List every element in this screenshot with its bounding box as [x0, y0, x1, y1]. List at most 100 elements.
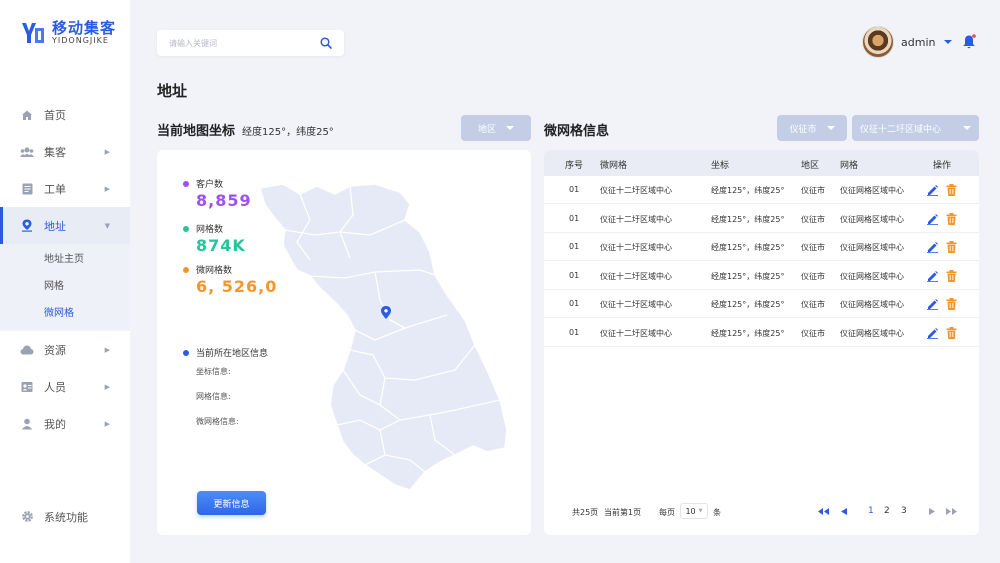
row-index: 01 — [569, 242, 580, 251]
avatar[interactable] — [862, 26, 894, 58]
trash-icon[interactable] — [946, 326, 957, 339]
row-grid: 仪征网格区域中心 — [840, 271, 904, 281]
page-number[interactable]: 2 — [884, 506, 890, 516]
column-header: 操作 — [933, 161, 952, 171]
sidebar: 移动集客 YIDONGJIKE 首页 集客 ▶ 工单 ▶ 地址 ▼ 地址主页 网… — [0, 0, 130, 563]
row-region: 仪征市 — [801, 186, 825, 195]
micro-grid-name: 仪征十二圩区域中心 — [600, 214, 672, 224]
row-grid: 仪征网格区域中心 — [840, 243, 904, 252]
stat-value: 874K — [196, 236, 246, 255]
trash-icon[interactable] — [946, 184, 957, 196]
trash-icon[interactable] — [946, 298, 957, 310]
caret-down-icon — [826, 126, 835, 130]
region-dropdown[interactable]: 地区 — [461, 115, 531, 141]
sidebar-item-label: 资源 — [44, 343, 66, 357]
province-map[interactable] — [255, 180, 515, 500]
table-row[interactable]: 01 仪征十二圩区域中心 经度125°，纬度25° 仪征市 仪征网格区域中心 — [544, 176, 979, 204]
first-page-icon[interactable] — [818, 508, 829, 515]
submenu-address-home[interactable]: 地址主页 — [0, 246, 130, 273]
row-grid: 仪征网格区域中心 — [840, 186, 904, 195]
total-pages: 共25页 — [572, 508, 599, 517]
row-region: 仪征市 — [801, 243, 825, 252]
chevron-down-icon: ▼ — [104, 221, 110, 230]
city-dropdown[interactable]: 仪征市 — [777, 115, 847, 141]
map-coords-title: 当前地图坐标 — [157, 124, 236, 139]
sidebar-item-resources[interactable]: 资源 ▶ — [0, 331, 130, 368]
sidebar-item-label: 工单 — [44, 182, 66, 196]
search-icon[interactable] — [320, 37, 332, 49]
search-input[interactable] — [169, 36, 309, 50]
chevron-right-icon: ▶ — [104, 345, 110, 354]
chevron-right-icon: ▶ — [104, 184, 110, 193]
table-row[interactable]: 01 仪征十二圩区域中心 经度125°，纬度25° 仪征市 仪征网格区域中心 — [544, 262, 979, 290]
table-row[interactable]: 01 仪征十二圩区域中心 经度125°，纬度25° 仪征市 仪征网格区域中心 — [544, 205, 979, 233]
bell-icon[interactable] — [962, 34, 976, 50]
last-page-icon[interactable] — [946, 508, 957, 515]
city-dropdown-label: 仪征市 — [789, 124, 817, 135]
micro-grid-info-label: 微网格信息: — [196, 417, 239, 426]
stat-label: 网格数 — [196, 225, 224, 235]
sidebar-item-address[interactable]: 地址 ▼ — [0, 207, 130, 244]
per-page-label: 每页 — [659, 508, 675, 517]
purple-dot-icon — [183, 180, 189, 187]
chevron-right-icon: ▶ — [104, 147, 110, 156]
table-row[interactable]: 01 仪征十二圩区域中心 经度125°，纬度25° 仪征市 仪征网格区域中心 — [544, 290, 979, 318]
edit-icon[interactable] — [927, 327, 938, 339]
row-coords: 经度125°，纬度25° — [711, 186, 785, 195]
map-coords-value: 经度125°，纬度25° — [242, 127, 334, 138]
trash-icon[interactable] — [946, 269, 957, 282]
row-region: 仪征市 — [801, 328, 825, 338]
sidebar-item-workorder[interactable]: 工单 ▶ — [0, 170, 130, 207]
page-size-select[interactable]: 10 ▼ — [680, 503, 708, 519]
column-header: 网格 — [840, 161, 859, 171]
sidebar-item-label: 人员 — [44, 380, 66, 394]
cloud-icon — [20, 343, 34, 357]
sidebar-item-label: 首页 — [44, 108, 66, 122]
column-header: 微网格 — [600, 161, 628, 171]
edit-icon[interactable] — [927, 270, 938, 282]
area-dropdown[interactable]: 仪征十二圩区域中心 — [852, 115, 979, 141]
sidebar-item-mine[interactable]: 我的 ▶ — [0, 405, 130, 442]
contacts-icon — [20, 380, 34, 394]
edit-icon[interactable] — [927, 213, 938, 225]
region-dropdown-label: 地区 — [477, 124, 496, 135]
submenu-micro-grid[interactable]: 微网格 — [0, 300, 130, 327]
table-row[interactable]: 01 仪征十二圩区域中心 经度125°，纬度25° 仪征市 仪征网格区域中心 — [544, 233, 979, 261]
logo-icon — [22, 23, 44, 43]
sidebar-item-personnel[interactable]: 人员 ▶ — [0, 368, 130, 405]
row-grid: 仪征网格区域中心 — [840, 328, 904, 338]
per-page-unit: 条 — [713, 508, 721, 517]
stat-label: 客户数 — [196, 180, 224, 190]
logo-subtitle: YIDONGJIKE — [52, 36, 109, 45]
user-menu[interactable]: admin — [862, 26, 953, 58]
edit-icon[interactable] — [927, 241, 938, 253]
search-bar — [157, 30, 344, 56]
app-logo[interactable]: 移动集客 YIDONGJIKE — [20, 20, 116, 46]
coords-info-label: 坐标信息: — [196, 367, 231, 376]
gear-icon — [20, 510, 34, 524]
submenu-grid[interactable]: 网格 — [0, 273, 130, 300]
prev-page-icon[interactable] — [841, 508, 847, 515]
next-page-icon[interactable] — [929, 508, 935, 515]
page-size-value: 10 — [685, 506, 696, 516]
orange-dot-icon — [183, 266, 189, 273]
table-row[interactable]: 01 仪征十二圩区域中心 经度125°，纬度25° 仪征市 仪征网格区域中心 — [544, 319, 979, 347]
edit-icon[interactable] — [927, 184, 938, 196]
trash-icon[interactable] — [946, 212, 957, 225]
row-index: 01 — [569, 270, 580, 280]
caret-down-icon: ▼ — [698, 508, 703, 514]
green-dot-icon — [183, 225, 189, 232]
micro-grid-name: 仪征十二圩区域中心 — [600, 243, 672, 252]
caret-down-icon[interactable] — [944, 40, 953, 44]
edit-icon[interactable] — [927, 298, 938, 310]
trash-icon[interactable] — [946, 241, 957, 253]
page-number[interactable]: 1 — [868, 506, 874, 516]
micro-grid-name: 仪征十二圩区域中心 — [600, 328, 672, 338]
sidebar-item-home[interactable]: 首页 — [0, 96, 130, 133]
sidebar-item-system[interactable]: 系统功能 — [0, 498, 130, 535]
row-grid: 仪征网格区域中心 — [840, 214, 904, 224]
page-number[interactable]: 3 — [901, 506, 907, 516]
sidebar-item-jike[interactable]: 集客 ▶ — [0, 133, 130, 170]
stat-customers: 客户数 8,859 — [183, 177, 252, 210]
row-coords: 经度125°，纬度25° — [711, 243, 785, 252]
